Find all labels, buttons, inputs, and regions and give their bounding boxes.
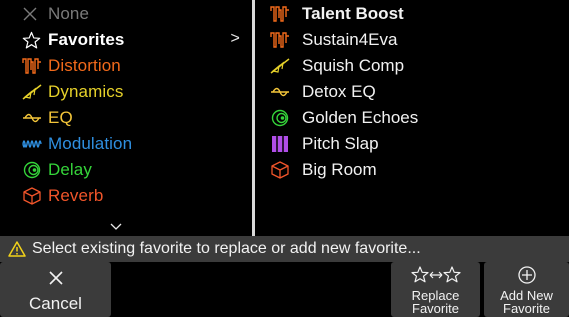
distortion-icon [270, 30, 292, 50]
chevron-right-icon: > [230, 30, 240, 47]
x-icon [48, 268, 64, 290]
favorite-item[interactable]: Pitch Slap [270, 131, 560, 157]
delay-icon [22, 160, 44, 180]
favorite-item[interactable]: Talent Boost [270, 1, 560, 27]
category-label: Delay [48, 160, 92, 179]
reverb-icon [22, 186, 44, 206]
category-list: None Favorites > Distortion Dynamics EQ Modula… [0, 0, 252, 234]
favorite-label: Talent Boost [302, 4, 404, 23]
modulation-icon [22, 134, 44, 154]
category-label: Modulation [48, 134, 133, 153]
favorite-label: Sustain4Eva [302, 30, 398, 49]
plus-circle-icon [517, 264, 537, 286]
favorite-item[interactable]: Big Room [270, 157, 560, 183]
delay-icon [270, 108, 292, 128]
chevron-down-icon[interactable] [110, 218, 122, 230]
reverb-icon [270, 160, 292, 180]
dynamics-icon [270, 56, 292, 76]
add-new-favorite-label: Add New Favorite [500, 288, 553, 316]
warning-icon [8, 241, 26, 257]
category-label: None [48, 4, 90, 23]
replace-favorite-button[interactable]: Replace Favorite [391, 262, 480, 317]
category-label: Distortion [48, 56, 121, 75]
cancel-label: Cancel [29, 293, 82, 313]
favorite-item[interactable]: Sustain4Eva [270, 27, 560, 53]
favorite-label: Golden Echoes [302, 108, 419, 127]
category-item-reverb[interactable]: Reverb [22, 183, 250, 209]
category-item-none[interactable]: None [22, 1, 250, 27]
favorite-item[interactable]: Golden Echoes [270, 105, 560, 131]
dynamics-icon [22, 82, 44, 102]
cancel-button[interactable]: Cancel [0, 262, 111, 317]
category-item-distortion[interactable]: Distortion [22, 53, 250, 79]
distortion-icon [270, 4, 292, 24]
eq-icon [22, 108, 44, 128]
favorite-item[interactable]: Detox EQ [270, 79, 560, 105]
category-item-eq[interactable]: EQ [22, 105, 250, 131]
replace-favorite-label: Replace Favorite [411, 288, 460, 316]
category-item-modulation[interactable]: Modulation [22, 131, 250, 157]
favorite-label: Squish Comp [302, 56, 405, 75]
preset-list: Talent Boost Sustain4Eva Squish Comp Detox … [256, 0, 569, 234]
favorite-label: Big Room [302, 160, 377, 179]
category-item-favorites[interactable]: Favorites > [22, 27, 250, 53]
status-bar: Select existing favorite to replace or a… [0, 236, 569, 262]
category-label: Dynamics [48, 82, 124, 101]
button-bar: Cancel Replace Favorite Add New Favorite [0, 262, 569, 317]
distortion-icon [22, 56, 44, 76]
category-label: Reverb [48, 186, 104, 205]
x-icon [22, 4, 44, 24]
status-message: Select existing favorite to replace or a… [32, 240, 421, 257]
favorite-item[interactable]: Squish Comp [270, 53, 560, 79]
add-new-favorite-button[interactable]: Add New Favorite [484, 262, 569, 317]
category-label: EQ [48, 108, 73, 127]
category-item-dynamics[interactable]: Dynamics [22, 79, 250, 105]
star-swap-icon [410, 264, 461, 286]
favorite-label: Detox EQ [302, 82, 376, 101]
column-divider [252, 0, 255, 236]
pitch-icon [270, 134, 292, 154]
category-item-delay[interactable]: Delay [22, 157, 250, 183]
category-label: Favorites [48, 30, 125, 49]
star-icon [22, 30, 44, 50]
eq-icon [270, 82, 292, 102]
favorite-label: Pitch Slap [302, 134, 379, 153]
favorites-screen: None Favorites > Distortion Dynamics EQ Modula… [0, 0, 569, 317]
